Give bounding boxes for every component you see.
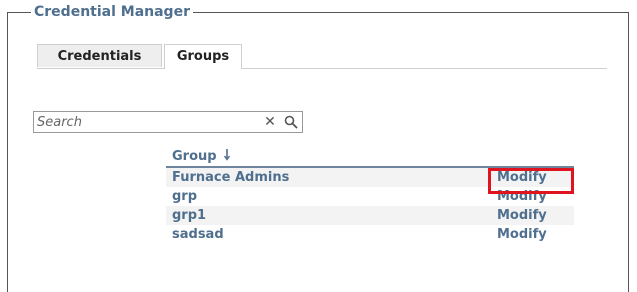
panel-title: Credential Manager [31, 4, 193, 20]
tab-groups[interactable]: Groups [164, 44, 242, 69]
table-row: Furnace Admins Modify [166, 168, 574, 187]
modify-link[interactable]: Modify [497, 225, 547, 244]
modify-link[interactable]: Modify [497, 206, 547, 225]
group-name-link[interactable]: grp [172, 187, 197, 206]
group-column-label: Group [172, 149, 217, 164]
table-row: sadsad Modify [166, 225, 574, 244]
search-box: ✕ [33, 111, 303, 133]
sort-down-arrow-icon [223, 144, 231, 161]
modify-link[interactable]: Modify [497, 187, 547, 206]
group-name-link[interactable]: Furnace Admins [172, 168, 289, 187]
search-icon[interactable] [284, 115, 298, 129]
close-icon[interactable]: ✕ [263, 113, 277, 131]
group-name-link[interactable]: grp1 [172, 206, 206, 225]
credential-manager-page: Credential Manager Credentials Groups ✕ … [0, 0, 637, 292]
tab-credentials[interactable]: Credentials [37, 44, 162, 67]
modify-link[interactable]: Modify [497, 168, 547, 187]
search-input[interactable] [37, 114, 252, 130]
tab-bar: Credentials Groups [37, 44, 607, 69]
groups-table: Group Furnace Admins Modify grp Modify g… [166, 143, 574, 244]
table-row: grp1 Modify [166, 206, 574, 225]
table-row: grp Modify [166, 187, 574, 206]
group-column-header[interactable]: Group [166, 143, 574, 168]
group-name-link[interactable]: sadsad [172, 225, 224, 244]
